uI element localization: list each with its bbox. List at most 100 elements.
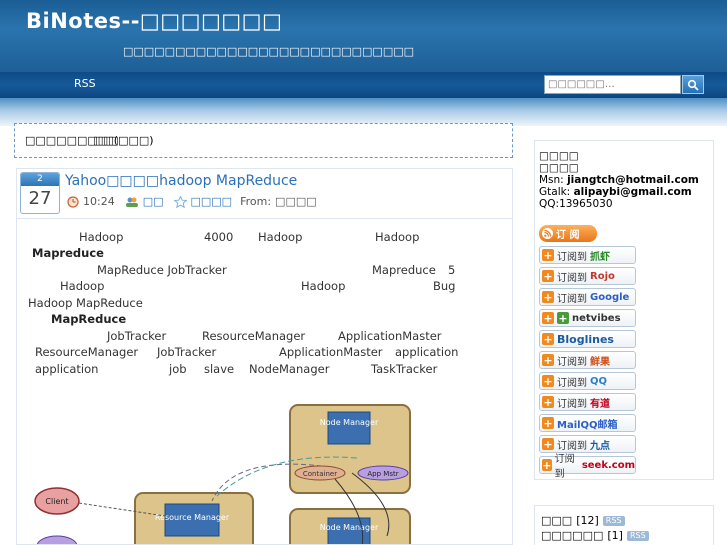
body-text: Hadoop (79, 230, 124, 244)
body-text: NodeManager (249, 362, 330, 376)
breadcrumb: □□□□□□□□□ □□(□□□) (14, 123, 513, 158)
post-title[interactable]: Yahoo□□□□hadoop MapReduce (65, 173, 297, 189)
post-category[interactable]: □□□□ (191, 195, 233, 208)
search-button[interactable] (682, 75, 704, 94)
body-text: Hadoop (60, 279, 105, 293)
subscribe-jiudian-button[interactable]: + 订阅到 九点 (539, 435, 636, 453)
gtalk-label: Gtalk: (539, 186, 571, 198)
subscribe-bloglines-button[interactable]: + Bloglines (539, 330, 636, 348)
header-shade (0, 98, 727, 126)
yarn-architecture-diagram: Node Manager Container App Mstr Node Man… (34, 404, 411, 544)
post-header: 2 27 Yahoo□□□□hadoop MapReduce 10:24 □□ … (17, 169, 512, 219)
subscribe-netvibes-button[interactable]: + + netvibes (539, 309, 636, 327)
subscribe-mailqq-button[interactable]: + MailQQ邮箱 (539, 414, 636, 432)
body-text: 5 (448, 263, 456, 277)
rss-subscribe-button[interactable]: 订 阅 (539, 225, 597, 242)
category-item[interactable]: □□□□□□ [1] RSS (541, 529, 649, 542)
contact-title: □□□□ (539, 150, 579, 162)
plus-icon: + (542, 437, 554, 451)
subscribe-rojo-button[interactable]: + 订阅到 Rojo (539, 267, 636, 285)
post-meta: 10:24 □□ □□□□ From: □□□□ (67, 195, 317, 208)
body-text: Hadoop (375, 230, 420, 244)
site-header: BiNotes--□□□□□□□ □□□□□□□□□□□□□□□□□□□□□□□… (0, 0, 727, 72)
search-icon (687, 79, 699, 91)
body-text: ApplicationMaster (338, 329, 442, 343)
subscribe-xianguo-button[interactable]: + 订阅到 鲜果 (539, 351, 636, 369)
client-ellipse-2 (36, 535, 78, 544)
category-name[interactable]: □□□ (541, 514, 572, 527)
search-input[interactable] (544, 75, 681, 94)
body-text: Hadoop (301, 279, 346, 293)
plus-icon: + (542, 332, 554, 346)
body-text: ApplicationMaster (279, 345, 383, 359)
post-time: 10:24 (83, 195, 115, 208)
container-label: Container (303, 470, 337, 478)
subscribe-seek-button[interactable]: + 订阅到 seek.com (539, 454, 636, 480)
rss-subscribe-label: 订 阅 (556, 230, 580, 241)
breadcrumb-right[interactable]: □□(□□□) (93, 134, 154, 147)
clock-icon (67, 195, 79, 208)
body-bold: MapReduce (51, 312, 127, 326)
body-text: MapReduce JobTracker (97, 263, 227, 277)
category-rss-tag[interactable]: RSS (602, 515, 625, 526)
gtalk-value: alipaybi@gmail.com (573, 186, 692, 198)
site-title[interactable]: BiNotes--□□□□□□□ (26, 9, 282, 33)
app-master-label: App Mstr (367, 470, 398, 478)
category-rss-tag[interactable]: RSS (626, 530, 649, 541)
plus-icon: + (542, 353, 554, 367)
plus-icon: + (542, 374, 554, 388)
body-bold: Mapreduce (32, 246, 104, 260)
plus-icon: + (542, 248, 554, 262)
subscribe-zhuaxia-button[interactable]: + 订阅到 抓虾 (539, 246, 636, 264)
calendar-day: 27 (28, 188, 52, 209)
node-manager-label-box-1 (327, 411, 371, 445)
post-author[interactable]: □□ (143, 195, 164, 208)
body-text: ResourceManager (35, 345, 139, 359)
post-article: 2 27 Yahoo□□□□hadoop MapReduce 10:24 □□ … (16, 168, 513, 545)
body-text: Hadoop MapReduce (28, 296, 143, 310)
node-manager-label-2: Node Manager (320, 523, 379, 532)
plus-icon: + (542, 395, 554, 409)
contact-msn: Msn: jiangtch@hotmail.com (539, 174, 699, 186)
contact-qq: QQ:13965030 (539, 198, 613, 210)
body-text: Hadoop (258, 230, 303, 244)
plus-icon: + (542, 458, 552, 472)
subscribe-youdao-button[interactable]: + 订阅到 有道 (539, 393, 636, 411)
users-icon (125, 197, 138, 207)
plus-icon: + (542, 269, 554, 283)
subscribe-google-button[interactable]: + 订阅到 Google (539, 288, 636, 306)
subscribe-qq-button[interactable]: + 订阅到 QQ (539, 372, 636, 390)
category-name[interactable]: □□□□□□ (541, 529, 603, 542)
contact-subtitle: □□□□ (539, 162, 579, 174)
plus-icon: + (542, 290, 554, 304)
category-item[interactable]: □□□ [12] RSS (541, 514, 625, 527)
body-text: JobTracker (157, 345, 217, 359)
msn-value: jiangtch@hotmail.com (567, 174, 699, 186)
contact-gtalk: Gtalk: alipaybi@gmail.com (539, 186, 692, 198)
body-text: ResourceManager (202, 329, 306, 343)
resource-manager-label: Resource Manager (155, 513, 230, 522)
netvibes-icon: + (557, 311, 569, 325)
calendar-date: 2 27 (20, 172, 60, 214)
rss-icon (542, 228, 553, 239)
category-count: [12] (576, 514, 599, 527)
post-body: Hadoop 4000 Hadoop Hadoop Mapreduce MapR… (17, 220, 512, 544)
plus-icon: + (542, 416, 554, 430)
category-count: [1] (607, 529, 623, 542)
calendar-month: 2 (21, 173, 59, 186)
client-label: Client (45, 497, 68, 506)
plus-icon: + (542, 311, 554, 325)
body-text: JobTracker (107, 329, 167, 343)
body-text: 4000 (204, 230, 234, 244)
body-text: application (395, 345, 459, 359)
nav-rss-link[interactable]: RSS (74, 77, 96, 90)
body-text: TaskTracker (371, 362, 438, 376)
body-text: Bug (433, 279, 456, 293)
msn-label: Msn: (539, 174, 564, 186)
from-value: □□□□ (275, 195, 317, 208)
site-description: □□□□□□□□□□□□□□□□□□□□□□□□□□□□ (123, 45, 415, 58)
nav-bar: RSS (0, 72, 727, 98)
body-text: Mapreduce (372, 263, 436, 277)
node-manager-label-1: Node Manager (320, 418, 379, 427)
body-text: application (35, 362, 99, 376)
